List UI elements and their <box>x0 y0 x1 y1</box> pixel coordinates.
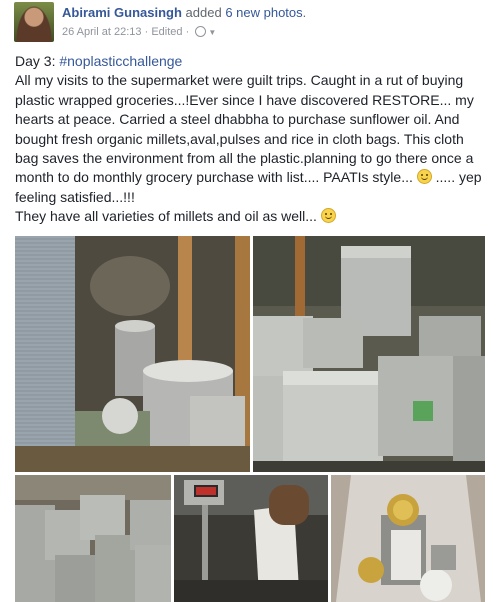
smiley-icon <box>320 208 336 224</box>
action-prefix: added <box>185 5 222 20</box>
post-header: Abirami Gunasingh added 6 new photos. 26… <box>14 2 484 42</box>
last-line-text: They have all varieties of millets and o… <box>15 208 317 225</box>
paragraph-text: All my visits to the supermarket were gu… <box>15 72 474 186</box>
avatar[interactable] <box>14 2 54 42</box>
meta-separator-2: · <box>185 26 190 39</box>
storage-boxes-photo[interactable] <box>15 475 171 602</box>
day-label: Day 3: <box>15 53 60 69</box>
cloth-bag-jars-photo[interactable] <box>331 475 485 602</box>
post-action: added 6 new photos. <box>186 5 307 20</box>
globe-icon[interactable] <box>195 25 207 37</box>
weighing-scale-photo[interactable] <box>174 475 328 602</box>
author-name-link[interactable]: Abirami Gunasingh <box>62 5 182 20</box>
timestamp-link[interactable]: 26 April at 22:13 <box>62 26 142 38</box>
action-suffix: . <box>302 5 307 20</box>
photo-grid <box>15 236 485 602</box>
steel-dabba-oil-photo[interactable] <box>15 236 250 472</box>
post-text: Day 3: #noplasticchallenge All my visits… <box>15 52 487 227</box>
meta-separator: · <box>144 26 149 39</box>
photo-post: Abirami Gunasingh added 6 new photos. 26… <box>0 0 498 602</box>
steel-bins-store-photo[interactable] <box>253 236 485 472</box>
edited-link[interactable]: Edited <box>151 26 182 38</box>
post-paragraph: All my visits to the supermarket were gu… <box>15 71 487 207</box>
post-last-line: They have all varieties of millets and o… <box>15 207 487 226</box>
smiley-icon <box>416 169 432 185</box>
hashtag-link[interactable]: #noplasticchallenge <box>59 53 182 69</box>
caret-down-icon[interactable]: ▼ <box>208 28 216 37</box>
post-line-1: Day 3: #noplasticchallenge <box>15 52 487 71</box>
new-photos-link[interactable]: 6 new photos <box>225 5 302 20</box>
author-line: Abirami Gunasingh added 6 new photos. <box>62 5 306 20</box>
post-meta: 26 April at 22:13 · Edited · ▼ <box>62 25 216 39</box>
